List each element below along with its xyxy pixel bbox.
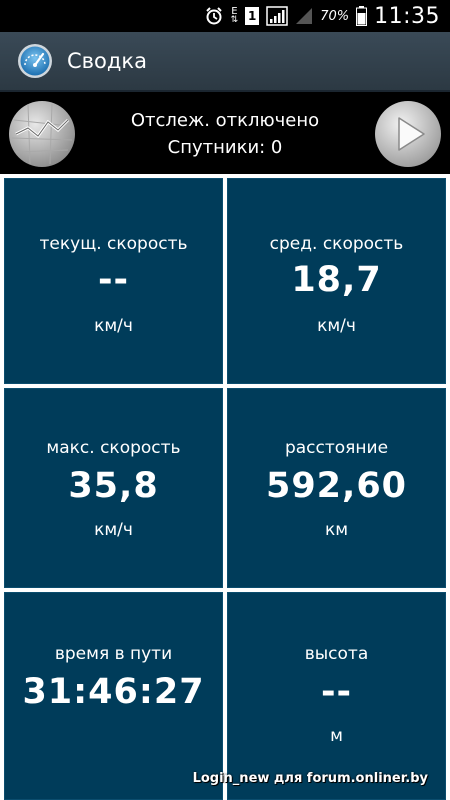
- tile-value: 592,60: [265, 466, 408, 506]
- signal-empty-icon: [295, 7, 313, 25]
- battery-percent: 70%: [320, 8, 350, 24]
- app-bar: Сводка: [0, 32, 450, 92]
- summary-grid: текущ. скорость -- км/ч сред. скорость 1…: [0, 174, 450, 800]
- tile-distance[interactable]: расстояние 592,60 км: [227, 388, 446, 588]
- tile-unit: км: [324, 520, 349, 540]
- network-type-icon: E ⇅: [230, 6, 239, 25]
- satellites-count: Спутники: 0: [167, 137, 283, 158]
- alarm-icon: [204, 6, 224, 26]
- tile-max-speed[interactable]: макс. скорость 35,8 км/ч: [4, 388, 223, 588]
- tile-unit: км/ч: [94, 316, 133, 336]
- tile-unit: м: [330, 726, 343, 746]
- map-route-icon[interactable]: [8, 100, 76, 168]
- tracking-panel: Отслеж. отключено Спутники: 0: [0, 92, 450, 172]
- clock: 11:35: [374, 3, 440, 29]
- watermark-text: Login_new для forum.onliner.by: [192, 771, 428, 786]
- tile-label: сред. скорость: [269, 234, 404, 254]
- tile-label: высота: [304, 644, 369, 664]
- signal-icon: [266, 6, 288, 26]
- tile-value: --: [320, 672, 353, 712]
- tile-altitude[interactable]: высота -- м: [227, 592, 446, 800]
- tile-value: 35,8: [68, 466, 159, 506]
- tile-unit: км/ч: [317, 316, 356, 336]
- tracking-status: Отслеж. отключено: [130, 110, 320, 131]
- tile-value: 31:46:27: [22, 672, 205, 712]
- battery-icon: [356, 6, 368, 26]
- tile-value: 18,7: [291, 260, 382, 300]
- status-bar: E ⇅ 1 70% 11:35: [0, 0, 450, 32]
- tile-average-speed[interactable]: сред. скорость 18,7 км/ч: [227, 178, 446, 384]
- tile-label: макс. скорость: [46, 438, 181, 458]
- play-icon[interactable]: [374, 100, 442, 168]
- tile-value: --: [97, 260, 130, 300]
- tile-label: время в пути: [54, 644, 173, 664]
- speedometer-icon[interactable]: [17, 43, 53, 79]
- page-title: Сводка: [67, 49, 147, 73]
- status-icons: E ⇅ 1 70% 11:35: [204, 0, 440, 32]
- tile-unit: км/ч: [94, 520, 133, 540]
- sim-label: 1: [248, 9, 257, 23]
- tile-label: расстояние: [284, 438, 389, 458]
- tile-current-speed[interactable]: текущ. скорость -- км/ч: [4, 178, 223, 384]
- sim-icon: 1: [245, 7, 260, 25]
- tile-label: текущ. скорость: [39, 234, 188, 254]
- tile-travel-time[interactable]: время в пути 31:46:27: [4, 592, 223, 800]
